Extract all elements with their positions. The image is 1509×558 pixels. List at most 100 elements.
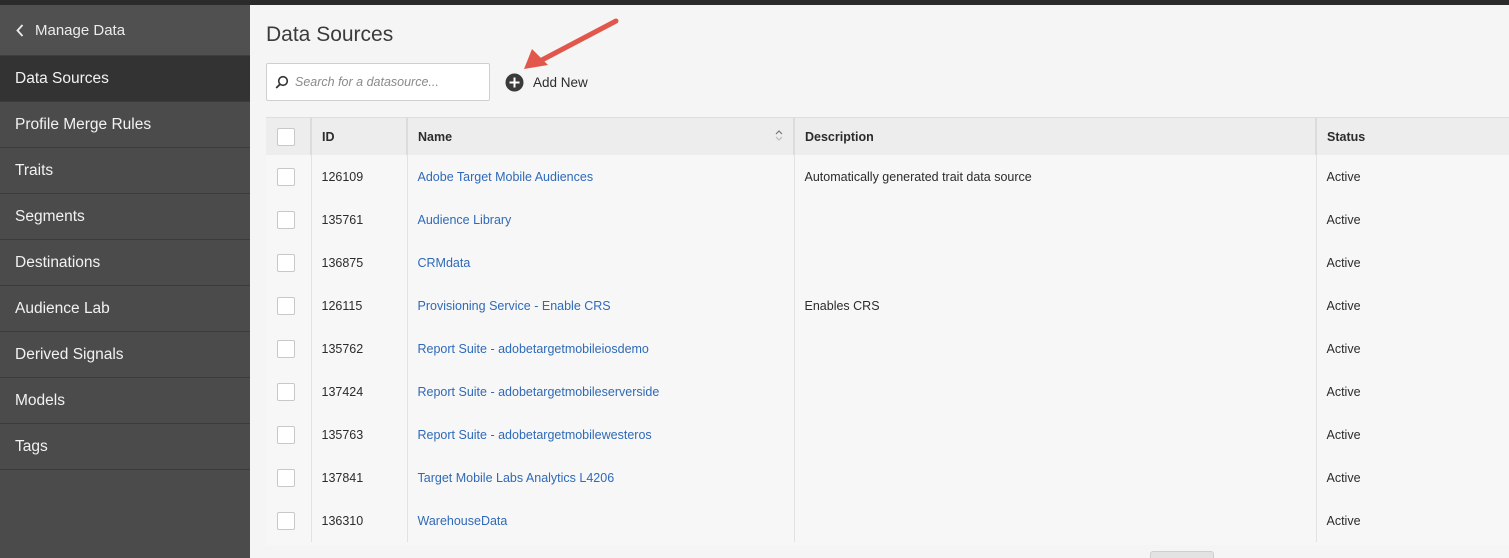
row-checkbox[interactable] [277, 167, 295, 186]
cell-name: Report Suite - adobetargetmobilewesteros [407, 413, 795, 456]
sidebar-item-models[interactable]: Models [0, 378, 250, 424]
datasource-link[interactable]: Report Suite - adobetargetmobileiosdemo [418, 342, 649, 356]
row-select-cell [266, 456, 312, 499]
pagination-button[interactable] [1150, 551, 1214, 558]
cell-id: 135763 [311, 413, 408, 456]
cell-id: 137424 [311, 370, 408, 413]
cell-description [794, 241, 1317, 284]
cell-name: Report Suite - adobetargetmobileserversi… [407, 370, 795, 413]
cell-id: 135761 [311, 198, 408, 241]
datasource-link[interactable]: Report Suite - adobetargetmobilewesteros [418, 428, 652, 442]
back-to-manage-data[interactable]: Manage Data [0, 5, 250, 56]
column-header-name[interactable]: Name [407, 118, 795, 155]
row-select-cell [266, 241, 312, 284]
plus-circle-icon [505, 73, 524, 92]
cell-status: Active [1326, 384, 1361, 399]
cell-status: Active [1326, 298, 1361, 313]
page-title: Data Sources [266, 23, 394, 46]
datasource-link[interactable]: Adobe Target Mobile Audiences [418, 170, 594, 184]
select-all-checkbox[interactable] [277, 127, 295, 146]
column-header-name-label: Name [418, 129, 453, 144]
cell-name: Report Suite - adobetargetmobileiosdemo [407, 327, 795, 370]
cell-description [794, 370, 1317, 413]
row-checkbox[interactable] [277, 382, 295, 401]
table-row: 136875 CRMdata Active [266, 241, 1509, 284]
cell-name: WarehouseData [407, 499, 795, 542]
sort-icon[interactable] [775, 130, 783, 141]
cell-description: Automatically generated trait data sourc… [794, 155, 1317, 198]
sidebar: Manage Data Data Sources Profile Merge R… [0, 5, 250, 558]
cell-id: 136310 [311, 499, 408, 542]
cell-description [794, 456, 1317, 499]
datasource-link[interactable]: Report Suite - adobetargetmobileserversi… [418, 385, 660, 399]
sidebar-item-destinations[interactable]: Destinations [0, 240, 250, 286]
column-header-id[interactable]: ID [311, 118, 408, 155]
row-select-cell [266, 198, 312, 241]
select-all-cell [266, 118, 312, 155]
data-sources-table: ID Name Description Status 126109 Adobe … [266, 117, 1509, 545]
datasource-link[interactable]: WarehouseData [418, 514, 508, 528]
table-row: 136310 WarehouseData Active [266, 499, 1509, 542]
row-checkbox[interactable] [277, 339, 295, 358]
row-checkbox[interactable] [277, 468, 295, 487]
cell-status: Active [1326, 212, 1361, 227]
cell-description [794, 499, 1317, 542]
search-input[interactable] [295, 75, 475, 89]
cell-name: Provisioning Service - Enable CRS [407, 284, 795, 327]
row-select-cell [266, 284, 312, 327]
sidebar-item-traits[interactable]: Traits [0, 148, 250, 194]
table-row: 135762 Report Suite - adobetargetmobilei… [266, 327, 1509, 370]
row-select-cell [266, 370, 312, 413]
table-row: 135763 Report Suite - adobetargetmobilew… [266, 413, 1509, 456]
table-row: 135761 Audience Library Active [266, 198, 1509, 241]
back-label: Manage Data [35, 21, 126, 39]
row-checkbox[interactable] [277, 253, 295, 272]
cell-status: Active [1326, 427, 1361, 442]
cell-status: Active [1326, 341, 1361, 356]
cell-status: Active [1326, 255, 1361, 270]
datasource-link[interactable]: Target Mobile Labs Analytics L4206 [418, 471, 615, 485]
arrow-icon [524, 18, 619, 69]
table-row: 137841 Target Mobile Labs Analytics L420… [266, 456, 1509, 499]
sidebar-item-data-sources[interactable]: Data Sources [0, 56, 250, 102]
cell-name: Target Mobile Labs Analytics L4206 [407, 456, 795, 499]
sidebar-item-segments[interactable]: Segments [0, 194, 250, 240]
row-select-cell [266, 413, 312, 456]
cell-description [794, 413, 1317, 456]
cell-name: CRMdata [407, 241, 795, 284]
cell-id: 137841 [311, 456, 408, 499]
cell-id: 135762 [311, 327, 408, 370]
row-select-cell [266, 155, 312, 198]
sidebar-item-tags[interactable]: Tags [0, 424, 250, 470]
column-header-status[interactable]: Status [1316, 118, 1509, 155]
row-select-cell [266, 327, 312, 370]
table-row: 137424 Report Suite - adobetargetmobiles… [266, 370, 1509, 413]
row-select-cell [266, 499, 312, 542]
cell-id: 136875 [311, 241, 408, 284]
cell-description: Enables CRS [794, 284, 1317, 327]
datasource-link[interactable]: Audience Library [418, 213, 512, 227]
cell-status: Active [1326, 513, 1361, 528]
sidebar-item-audience-lab[interactable]: Audience Lab [0, 286, 250, 332]
datasource-link[interactable]: CRMdata [418, 256, 471, 270]
row-checkbox[interactable] [277, 511, 295, 530]
row-checkbox[interactable] [277, 425, 295, 444]
add-new-label: Add New [533, 75, 588, 90]
sidebar-item-derived-signals[interactable]: Derived Signals [0, 332, 250, 378]
row-checkbox[interactable] [277, 296, 295, 315]
cell-description [794, 198, 1317, 241]
column-header-description[interactable]: Description [794, 118, 1317, 155]
cell-id: 126109 [311, 155, 408, 198]
sidebar-item-profile-merge-rules[interactable]: Profile Merge Rules [0, 102, 250, 148]
search-box[interactable] [266, 63, 490, 101]
add-new-button[interactable]: Add New [505, 73, 588, 92]
table-row: 126115 Provisioning Service - Enable CRS… [266, 284, 1509, 327]
cell-name: Audience Library [407, 198, 795, 241]
chevron-left-icon [16, 23, 26, 37]
main-content: Data Sources Add New [250, 5, 1509, 558]
search-icon [275, 75, 289, 89]
datasource-link[interactable]: Provisioning Service - Enable CRS [418, 299, 611, 313]
cell-status: Active [1326, 470, 1361, 485]
table-row: 126109 Adobe Target Mobile Audiences Aut… [266, 155, 1509, 198]
row-checkbox[interactable] [277, 210, 295, 229]
